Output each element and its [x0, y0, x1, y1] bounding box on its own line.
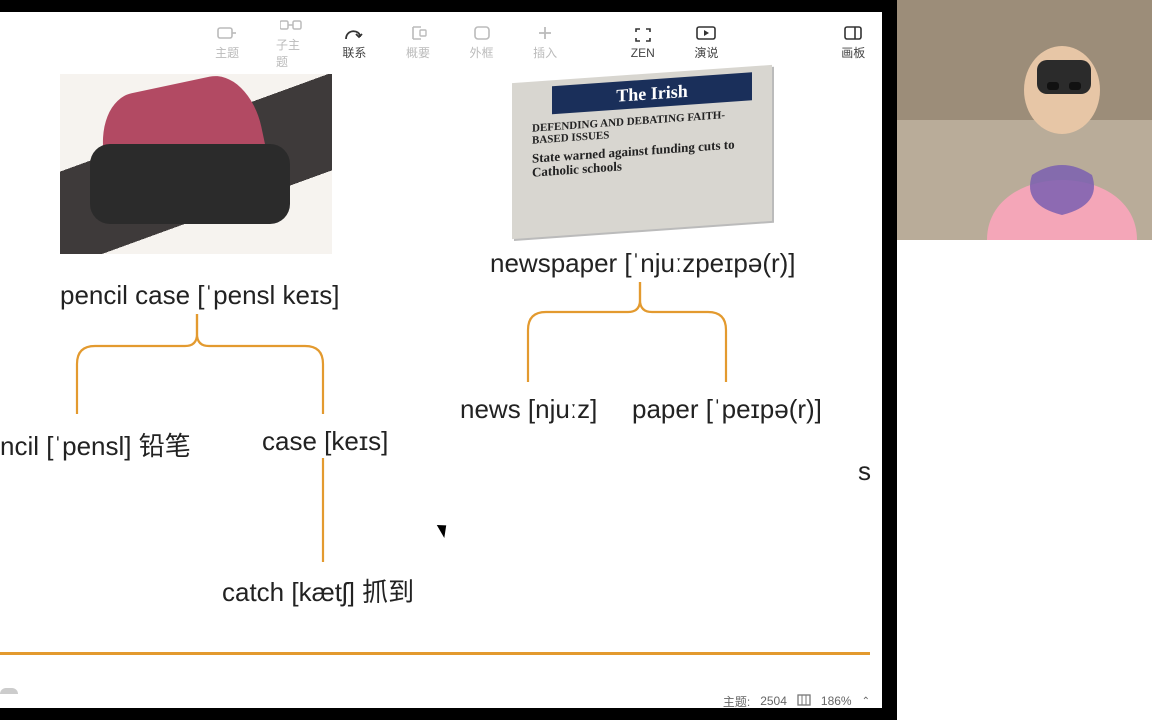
tool-label: 子主题	[276, 36, 306, 70]
plus-icon	[537, 25, 553, 41]
status-bar: 主题: 2504 186% ⌃	[0, 694, 882, 708]
side-panel	[897, 0, 1152, 720]
boundary-icon	[473, 25, 491, 41]
summary-icon	[409, 25, 427, 41]
connectors	[0, 74, 880, 674]
toolbar: 主题 子主题 联系 概要	[0, 12, 882, 74]
map-icon[interactable]	[797, 694, 811, 709]
tool-canvas[interactable]: 画板	[838, 25, 868, 61]
mouse-cursor	[440, 522, 452, 538]
tool-boundary[interactable]: 外框	[467, 25, 497, 61]
tool-label: 概要	[406, 44, 430, 61]
tool-label: 联系	[342, 44, 366, 61]
tool-label: 画板	[841, 44, 865, 61]
panel-icon	[844, 25, 862, 41]
status-topics-label: 主题:	[723, 693, 750, 710]
tool-label: ZEN	[631, 46, 655, 60]
mindmap-canvas[interactable]: The Irish DEFENDING AND DEBATING FAITH-B…	[0, 74, 882, 708]
tool-label: 演说	[694, 44, 718, 61]
play-icon	[696, 25, 716, 41]
tool-relation[interactable]: 联系	[340, 25, 370, 61]
divider-line	[0, 652, 870, 655]
tool-label: 主题	[215, 44, 239, 61]
tool-insert[interactable]: 插入	[530, 25, 560, 61]
tool-label: 外框	[470, 44, 494, 61]
tool-label: 插入	[533, 44, 557, 61]
tool-subtopic[interactable]: 子主题	[276, 17, 306, 70]
document-viewport: 主题 子主题 联系 概要	[0, 12, 882, 708]
webcam-feed	[897, 0, 1152, 240]
tool-present[interactable]: 演说	[692, 25, 722, 61]
tool-summary[interactable]: 概要	[403, 25, 433, 61]
chevron-up-icon[interactable]: ⌃	[862, 696, 870, 707]
topic-icon	[217, 25, 237, 41]
app-stage: 主题 子主题 联系 概要	[0, 0, 897, 720]
subtopic-icon	[280, 17, 302, 33]
status-zoom[interactable]: 186%	[821, 694, 852, 708]
relation-icon	[344, 25, 364, 41]
tool-zen[interactable]: ZEN	[628, 27, 658, 60]
tool-topic[interactable]: 主题	[212, 25, 242, 61]
status-topics-count: 2504	[760, 694, 787, 708]
fullscreen-icon	[634, 27, 652, 43]
